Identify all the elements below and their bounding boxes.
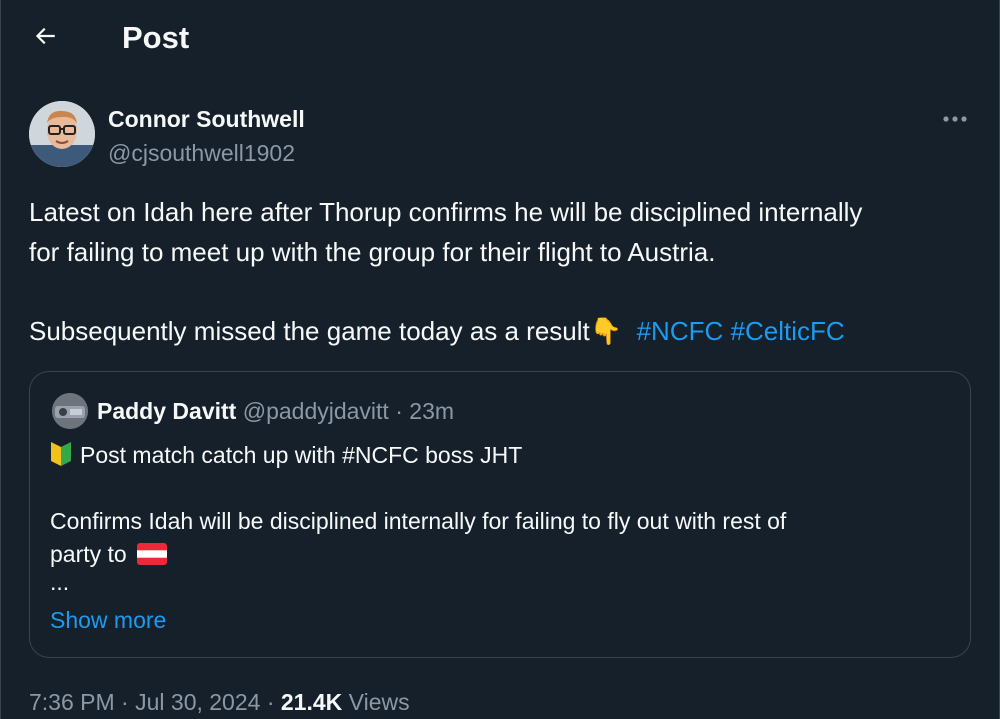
post-page: Post Connor Southwell @cjsouthwell1902 L… <box>0 0 1000 719</box>
more-dots-icon <box>942 110 968 128</box>
quoted-line-3-text: party to <box>50 541 127 567</box>
quoted-line-3: party to <box>50 538 950 574</box>
more-options-button[interactable] <box>935 104 975 134</box>
tweet-line: for failing to meet up with the group fo… <box>29 237 716 267</box>
post-date[interactable]: Jul 30, 2024 <box>135 689 260 715</box>
tweet-text-span: Subsequently missed the game today as a … <box>29 316 590 346</box>
post-meta: 7:36 PM · Jul 30, 2024 · 21.4K Views <box>29 686 410 718</box>
quoted-author-handle[interactable]: @paddyjdavitt <box>243 398 389 424</box>
quoted-line-2: Confirms Idah will be disciplined intern… <box>50 508 787 534</box>
author-name[interactable]: Connor Southwell <box>108 104 305 134</box>
quoted-line-1: Post match catch up with #NCFC boss JHT <box>50 439 950 476</box>
post-time[interactable]: 7:36 PM <box>29 689 115 715</box>
austria-flag-icon <box>137 541 168 574</box>
author-handle[interactable]: @cjsouthwell1902 <box>108 138 295 168</box>
tweet-paragraph-2: Subsequently missed the game today as a … <box>29 311 979 351</box>
hashtag-link-ncfc[interactable]: #NCFC <box>637 316 724 346</box>
tweet-line: Latest on Idah here after Thorup confirm… <box>29 197 863 227</box>
tweet-paragraph-1: Latest on Idah here after Thorup confirm… <box>29 192 979 272</box>
quoted-ellipsis: ... <box>50 569 70 595</box>
back-button[interactable] <box>23 16 67 60</box>
arrow-left-icon <box>32 23 58 54</box>
page-header: Post <box>1 0 999 76</box>
quoted-author-name[interactable]: Paddy Davitt <box>97 398 236 424</box>
views-label: Views <box>348 689 410 715</box>
views-count: 21.4K <box>280 689 343 715</box>
page-title: Post <box>122 20 190 55</box>
pointing-down-emoji: 👇 <box>589 316 623 346</box>
show-more-link[interactable]: Show more <box>50 604 166 637</box>
quoted-post-header: Paddy Davitt @paddyjdavitt · 23m <box>97 396 454 426</box>
separator-dot: · <box>266 689 275 715</box>
quoted-author-avatar[interactable] <box>52 393 88 429</box>
hashtag-link-celticfc[interactable]: #CelticFC <box>731 316 845 346</box>
author-avatar[interactable] <box>29 101 95 167</box>
quoted-post-card[interactable]: Paddy Davitt @paddyjdavitt · 23m Post ma… <box>29 371 971 658</box>
separator-dot: · <box>395 398 403 424</box>
quoted-post-time[interactable]: 23m <box>409 398 454 424</box>
japanese-beginner-symbol-icon <box>50 441 72 476</box>
quoted-line-1-text: Post match catch up with #NCFC boss JHT <box>80 442 523 468</box>
separator-dot: · <box>121 689 129 715</box>
